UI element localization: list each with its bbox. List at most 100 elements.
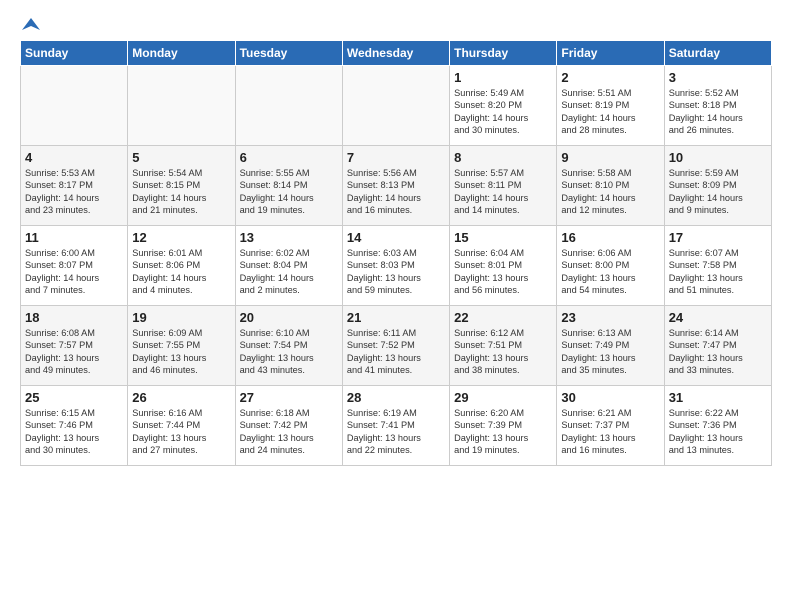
day-number: 16: [561, 230, 659, 245]
weekday-header-monday: Monday: [128, 41, 235, 66]
day-number: 2: [561, 70, 659, 85]
calendar-cell: 24Sunrise: 6:14 AM Sunset: 7:47 PM Dayli…: [664, 306, 771, 386]
day-number: 25: [25, 390, 123, 405]
day-number: 29: [454, 390, 552, 405]
cell-content: Sunrise: 5:59 AM Sunset: 8:09 PM Dayligh…: [669, 167, 767, 217]
day-number: 3: [669, 70, 767, 85]
calendar-cell: 30 Sunrise: 6:21 AM Sunset: 7:37 PM Dayli…: [557, 386, 664, 466]
calendar-cell: 25 Sunrise: 6:15 AM Sunset: 7:46 PM Dayli…: [21, 386, 128, 466]
cell-content: Sunrise: 6:13 AM Sunset: 7:49 PM Dayligh…: [561, 327, 659, 377]
calendar-cell: 14 Sunrise: 6:03 AM Sunset: 8:03 PM Dayli…: [342, 226, 449, 306]
day-number: 14: [347, 230, 445, 245]
weekday-header-wednesday: Wednesday: [342, 41, 449, 66]
cell-content: Sunrise: 6:01 AM Sunset: 8:06 PM Dayligh…: [132, 247, 230, 297]
header: [20, 16, 772, 30]
day-number: 12: [132, 230, 230, 245]
day-number: 15: [454, 230, 552, 245]
cell-content: Sunrise: 6:07 AM Sunset: 7:58 PM Dayligh…: [669, 247, 767, 297]
day-number: 11: [25, 230, 123, 245]
cell-content: Sunrise: 6:20 AM Sunset: 7:39 PM Dayligh…: [454, 407, 552, 457]
cell-content: Sunrise: 6:08 AM Sunset: 7:57 PM Dayligh…: [25, 327, 123, 377]
day-number: 22: [454, 310, 552, 325]
calendar-cell: 23 Sunrise: 6:13 AM Sunset: 7:49 PM Dayli…: [557, 306, 664, 386]
cell-content: Sunrise: 6:09 AM Sunset: 7:55 PM Dayligh…: [132, 327, 230, 377]
calendar-cell: [235, 66, 342, 146]
cell-content: Sunrise: 6:22 AM Sunset: 7:36 PM Dayligh…: [669, 407, 767, 457]
day-number: 7: [347, 150, 445, 165]
calendar-cell: 1Sunrise: 5:49 AM Sunset: 8:20 PM Daylig…: [450, 66, 557, 146]
day-number: 10: [669, 150, 767, 165]
logo: [20, 16, 42, 30]
cell-content: Sunrise: 6:11 AM Sunset: 7:52 PM Dayligh…: [347, 327, 445, 377]
cell-content: Sunrise: 5:57 AM Sunset: 8:11 PM Dayligh…: [454, 167, 552, 217]
calendar-cell: 17 Sunrise: 6:07 AM Sunset: 7:58 PM Dayli…: [664, 226, 771, 306]
calendar-cell: [342, 66, 449, 146]
day-number: 23: [561, 310, 659, 325]
cell-content: Sunrise: 6:03 AM Sunset: 8:03 PM Dayligh…: [347, 247, 445, 297]
weekday-header-friday: Friday: [557, 41, 664, 66]
calendar-cell: 6 Sunrise: 5:55 AM Sunset: 8:14 PM Daylig…: [235, 146, 342, 226]
calendar-cell: 8 Sunrise: 5:57 AM Sunset: 8:11 PM Daylig…: [450, 146, 557, 226]
calendar-cell: 29 Sunrise: 6:20 AM Sunset: 7:39 PM Dayli…: [450, 386, 557, 466]
calendar-cell: 31 Sunrise: 6:22 AM Sunset: 7:36 PM Dayli…: [664, 386, 771, 466]
calendar-cell: 7 Sunrise: 5:56 AM Sunset: 8:13 PM Daylig…: [342, 146, 449, 226]
weekday-header-saturday: Saturday: [664, 41, 771, 66]
calendar-cell: [128, 66, 235, 146]
cell-content: Sunrise: 6:12 AM Sunset: 7:51 PM Dayligh…: [454, 327, 552, 377]
calendar-cell: 18 Sunrise: 6:08 AM Sunset: 7:57 PM Dayli…: [21, 306, 128, 386]
day-number: 20: [240, 310, 338, 325]
cell-content: Sunrise: 6:15 AM Sunset: 7:46 PM Dayligh…: [25, 407, 123, 457]
calendar-cell: 19 Sunrise: 6:09 AM Sunset: 7:55 PM Dayli…: [128, 306, 235, 386]
day-number: 6: [240, 150, 338, 165]
day-number: 5: [132, 150, 230, 165]
cell-content: Sunrise: 6:00 AM Sunset: 8:07 PM Dayligh…: [25, 247, 123, 297]
calendar-cell: 26Sunrise: 6:16 AM Sunset: 7:44 PM Dayli…: [128, 386, 235, 466]
cell-content: Sunrise: 5:52 AM Sunset: 8:18 PM Dayligh…: [669, 87, 767, 137]
calendar-cell: 9 Sunrise: 5:58 AM Sunset: 8:10 PM Daylig…: [557, 146, 664, 226]
weekday-header-tuesday: Tuesday: [235, 41, 342, 66]
cell-content: Sunrise: 6:02 AM Sunset: 8:04 PM Dayligh…: [240, 247, 338, 297]
calendar-cell: 2 Sunrise: 5:51 AM Sunset: 8:19 PM Daylig…: [557, 66, 664, 146]
calendar-cell: 22 Sunrise: 6:12 AM Sunset: 7:51 PM Dayli…: [450, 306, 557, 386]
calendar-cell: 15 Sunrise: 6:04 AM Sunset: 8:01 PM Dayli…: [450, 226, 557, 306]
calendar-cell: 12 Sunrise: 6:01 AM Sunset: 8:06 PM Dayli…: [128, 226, 235, 306]
day-number: 27: [240, 390, 338, 405]
cell-content: Sunrise: 6:14 AM Sunset: 7:47 PM Dayligh…: [669, 327, 767, 377]
calendar-cell: 3 Sunrise: 5:52 AM Sunset: 8:18 PM Daylig…: [664, 66, 771, 146]
cell-content: Sunrise: 5:55 AM Sunset: 8:14 PM Dayligh…: [240, 167, 338, 217]
calendar-cell: 4Sunrise: 5:53 AM Sunset: 8:17 PM Daylig…: [21, 146, 128, 226]
cell-content: Sunrise: 6:18 AM Sunset: 7:42 PM Dayligh…: [240, 407, 338, 457]
cell-content: Sunrise: 6:19 AM Sunset: 7:41 PM Dayligh…: [347, 407, 445, 457]
calendar-cell: 5 Sunrise: 5:54 AM Sunset: 8:15 PM Daylig…: [128, 146, 235, 226]
day-number: 28: [347, 390, 445, 405]
cell-content: Sunrise: 6:06 AM Sunset: 8:00 PM Dayligh…: [561, 247, 659, 297]
calendar-table: SundayMondayTuesdayWednesdayThursdayFrid…: [20, 40, 772, 466]
day-number: 13: [240, 230, 338, 245]
cell-content: Sunrise: 6:21 AM Sunset: 7:37 PM Dayligh…: [561, 407, 659, 457]
day-number: 9: [561, 150, 659, 165]
weekday-header-thursday: Thursday: [450, 41, 557, 66]
weekday-header-sunday: Sunday: [21, 41, 128, 66]
day-number: 31: [669, 390, 767, 405]
calendar-cell: 27 Sunrise: 6:18 AM Sunset: 7:42 PM Dayli…: [235, 386, 342, 466]
cell-content: Sunrise: 5:53 AM Sunset: 8:17 PM Dayligh…: [25, 167, 123, 217]
cell-content: Sunrise: 5:51 AM Sunset: 8:19 PM Dayligh…: [561, 87, 659, 137]
calendar-cell: 28 Sunrise: 6:19 AM Sunset: 7:41 PM Dayli…: [342, 386, 449, 466]
calendar-cell: [21, 66, 128, 146]
calendar-cell: 13 Sunrise: 6:02 AM Sunset: 8:04 PM Dayli…: [235, 226, 342, 306]
calendar-cell: 11 Sunrise: 6:00 AM Sunset: 8:07 PM Dayli…: [21, 226, 128, 306]
day-number: 18: [25, 310, 123, 325]
cell-content: Sunrise: 6:16 AM Sunset: 7:44 PM Dayligh…: [132, 407, 230, 457]
cell-content: Sunrise: 6:10 AM Sunset: 7:54 PM Dayligh…: [240, 327, 338, 377]
day-number: 8: [454, 150, 552, 165]
cell-content: Sunrise: 6:04 AM Sunset: 8:01 PM Dayligh…: [454, 247, 552, 297]
calendar-cell: 20 Sunrise: 6:10 AM Sunset: 7:54 PM Dayli…: [235, 306, 342, 386]
logo-bird-icon: [22, 16, 40, 34]
day-number: 30: [561, 390, 659, 405]
cell-content: Sunrise: 5:56 AM Sunset: 8:13 PM Dayligh…: [347, 167, 445, 217]
cell-content: Sunrise: 5:54 AM Sunset: 8:15 PM Dayligh…: [132, 167, 230, 217]
cell-content: Sunrise: 5:58 AM Sunset: 8:10 PM Dayligh…: [561, 167, 659, 217]
day-number: 17: [669, 230, 767, 245]
day-number: 19: [132, 310, 230, 325]
day-number: 1: [454, 70, 552, 85]
